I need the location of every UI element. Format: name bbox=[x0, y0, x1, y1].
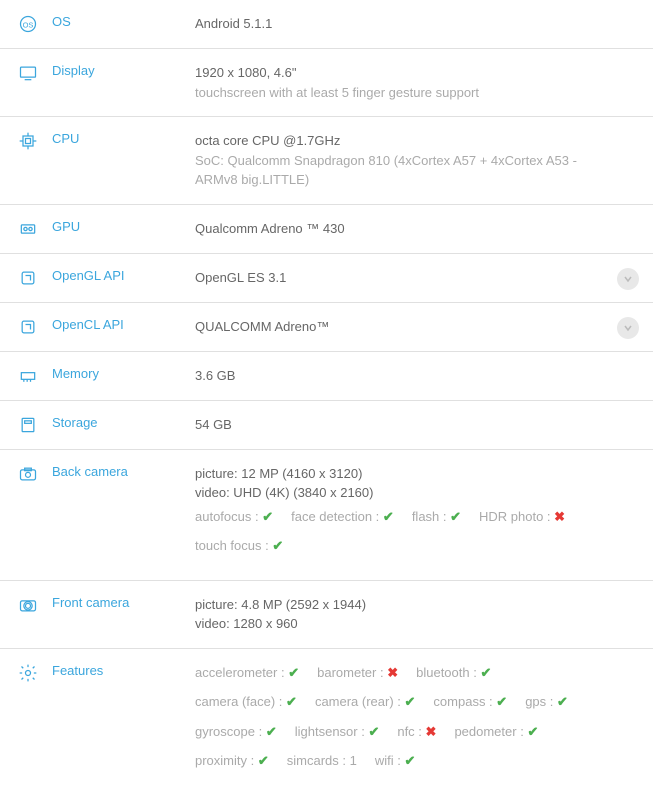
feature-item: proximity : ✔ bbox=[195, 751, 269, 771]
features-icon bbox=[18, 663, 38, 683]
check-icon: ✔ bbox=[383, 509, 394, 524]
row-opencl: OpenCL API QUALCOMM Adreno™ bbox=[0, 302, 653, 351]
cross-icon: ✖ bbox=[387, 665, 398, 680]
feature-item: camera (face) : ✔ bbox=[195, 692, 297, 712]
features-g2: camera (face) : ✔ camera (rear) : ✔ compas… bbox=[195, 692, 613, 712]
feature-item: HDR photo : ✖ bbox=[479, 507, 565, 527]
storage-link[interactable]: Storage bbox=[52, 415, 98, 430]
check-icon: ✔ bbox=[272, 538, 283, 553]
feature-item: barometer : ✖ bbox=[317, 663, 398, 683]
backcam-line2: video: UHD (4K) (3840 x 2160) bbox=[195, 483, 613, 503]
feature-item: gyroscope : ✔ bbox=[195, 722, 277, 742]
row-memory: Memory 3.6 GB bbox=[0, 351, 653, 400]
row-frontcam: Front camera picture: 4.8 MP (2592 x 194… bbox=[0, 580, 653, 648]
os-value: Android 5.1.1 bbox=[195, 16, 272, 31]
frontcam-link[interactable]: Front camera bbox=[52, 595, 129, 610]
frontcam-line1: picture: 4.8 MP (2592 x 1944) bbox=[195, 595, 613, 615]
opencl-icon bbox=[18, 317, 38, 337]
check-icon: ✔ bbox=[286, 694, 297, 709]
display-sub: touchscreen with at least 5 finger gestu… bbox=[195, 83, 613, 103]
memory-icon bbox=[18, 366, 38, 386]
features-g4: proximity : ✔ simcards : 1 wifi : ✔ bbox=[195, 751, 613, 771]
feature-item: nfc : ✖ bbox=[397, 722, 436, 742]
cpu-sub: SoC: Qualcomm Snapdragon 810 (4xCortex A… bbox=[195, 151, 613, 190]
feature-item: gps : ✔ bbox=[525, 692, 568, 712]
check-icon: ✔ bbox=[527, 724, 538, 739]
row-os: OS OS Android 5.1.1 bbox=[0, 0, 653, 49]
feature-item: flash : ✔ bbox=[412, 507, 461, 527]
check-icon: ✔ bbox=[404, 753, 415, 768]
storage-icon bbox=[18, 415, 38, 435]
gpu-link[interactable]: GPU bbox=[52, 219, 80, 234]
display-link[interactable]: Display bbox=[52, 63, 95, 78]
feature-item: accelerometer : ✔ bbox=[195, 663, 299, 683]
check-icon: ✔ bbox=[405, 694, 416, 709]
svg-text:OS: OS bbox=[23, 20, 34, 29]
feature-item: compass : ✔ bbox=[433, 692, 507, 712]
expand-opencl-icon[interactable] bbox=[617, 317, 639, 339]
row-features: Features accelerometer : ✔ barometer : ✖ b… bbox=[0, 648, 653, 795]
storage-value: 54 GB bbox=[195, 417, 232, 432]
feature-item: camera (rear) : ✔ bbox=[315, 692, 415, 712]
cross-icon: ✖ bbox=[554, 509, 565, 524]
spec-table: OS OS Android 5.1.1 Display 1920 x 1080,… bbox=[0, 0, 653, 795]
backcam-line1: picture: 12 MP (4160 x 3120) bbox=[195, 464, 613, 484]
feature-item: simcards : 1 bbox=[287, 751, 357, 771]
frontcam-icon bbox=[18, 595, 38, 615]
row-backcam: Back camera picture: 12 MP (4160 x 3120)… bbox=[0, 449, 653, 580]
display-value: 1920 x 1080, 4.6" bbox=[195, 63, 613, 83]
frontcam-line2: video: 1280 x 960 bbox=[195, 614, 613, 634]
cpu-icon bbox=[18, 131, 38, 151]
check-icon: ✔ bbox=[258, 753, 269, 768]
opencl-value: QUALCOMM Adreno™ bbox=[195, 319, 329, 334]
row-cpu: CPU octa core CPU @1.7GHz SoC: Qualcomm … bbox=[0, 117, 653, 205]
display-icon bbox=[18, 63, 38, 83]
feature-item: autofocus : ✔ bbox=[195, 507, 273, 527]
row-display: Display 1920 x 1080, 4.6" touchscreen wi… bbox=[0, 49, 653, 117]
cpu-link[interactable]: CPU bbox=[52, 131, 79, 146]
check-icon: ✔ bbox=[266, 724, 277, 739]
features-g1: accelerometer : ✔ barometer : ✖ bluetooth … bbox=[195, 663, 613, 683]
check-icon: ✔ bbox=[557, 694, 568, 709]
os-link[interactable]: OS bbox=[52, 14, 71, 29]
feature-item: face detection : ✔ bbox=[291, 507, 394, 527]
feature-item: wifi : ✔ bbox=[375, 751, 416, 771]
backcam-feats-1: autofocus : ✔ face detection : ✔ flash : ✔… bbox=[195, 507, 613, 527]
features-link[interactable]: Features bbox=[52, 663, 103, 678]
gpu-value: Qualcomm Adreno ™ 430 bbox=[195, 221, 345, 236]
check-icon: ✔ bbox=[288, 665, 299, 680]
backcam-feats-2: touch focus : ✔ bbox=[195, 536, 613, 556]
memory-value: 3.6 GB bbox=[195, 368, 235, 383]
row-storage: Storage 54 GB bbox=[0, 400, 653, 449]
os-icon: OS bbox=[18, 14, 38, 34]
check-icon: ✔ bbox=[262, 509, 273, 524]
feature-item: touch focus : ✔ bbox=[195, 536, 283, 556]
opengl-link[interactable]: OpenGL API bbox=[52, 268, 125, 283]
memory-link[interactable]: Memory bbox=[52, 366, 99, 381]
check-icon: ✔ bbox=[368, 724, 379, 739]
check-icon: ✔ bbox=[450, 509, 461, 524]
cpu-value: octa core CPU @1.7GHz bbox=[195, 131, 613, 151]
row-gpu: GPU Qualcomm Adreno ™ 430 bbox=[0, 204, 653, 253]
feature-item: lightsensor : ✔ bbox=[295, 722, 380, 742]
row-opengl: OpenGL API OpenGL ES 3.1 bbox=[0, 253, 653, 302]
opencl-link[interactable]: OpenCL API bbox=[52, 317, 124, 332]
feature-item: bluetooth : ✔ bbox=[416, 663, 491, 683]
features-g3: gyroscope : ✔ lightsensor : ✔ nfc : ✖ pedom… bbox=[195, 722, 613, 742]
gpu-icon bbox=[18, 219, 38, 239]
backcam-link[interactable]: Back camera bbox=[52, 464, 128, 479]
check-icon: ✔ bbox=[480, 665, 491, 680]
opengl-value: OpenGL ES 3.1 bbox=[195, 270, 286, 285]
opengl-icon bbox=[18, 268, 38, 288]
check-icon: ✔ bbox=[496, 694, 507, 709]
cross-icon: ✖ bbox=[426, 724, 437, 739]
expand-opengl-icon[interactable] bbox=[617, 268, 639, 290]
backcam-icon bbox=[18, 464, 38, 484]
feature-item: pedometer : ✔ bbox=[454, 722, 538, 742]
